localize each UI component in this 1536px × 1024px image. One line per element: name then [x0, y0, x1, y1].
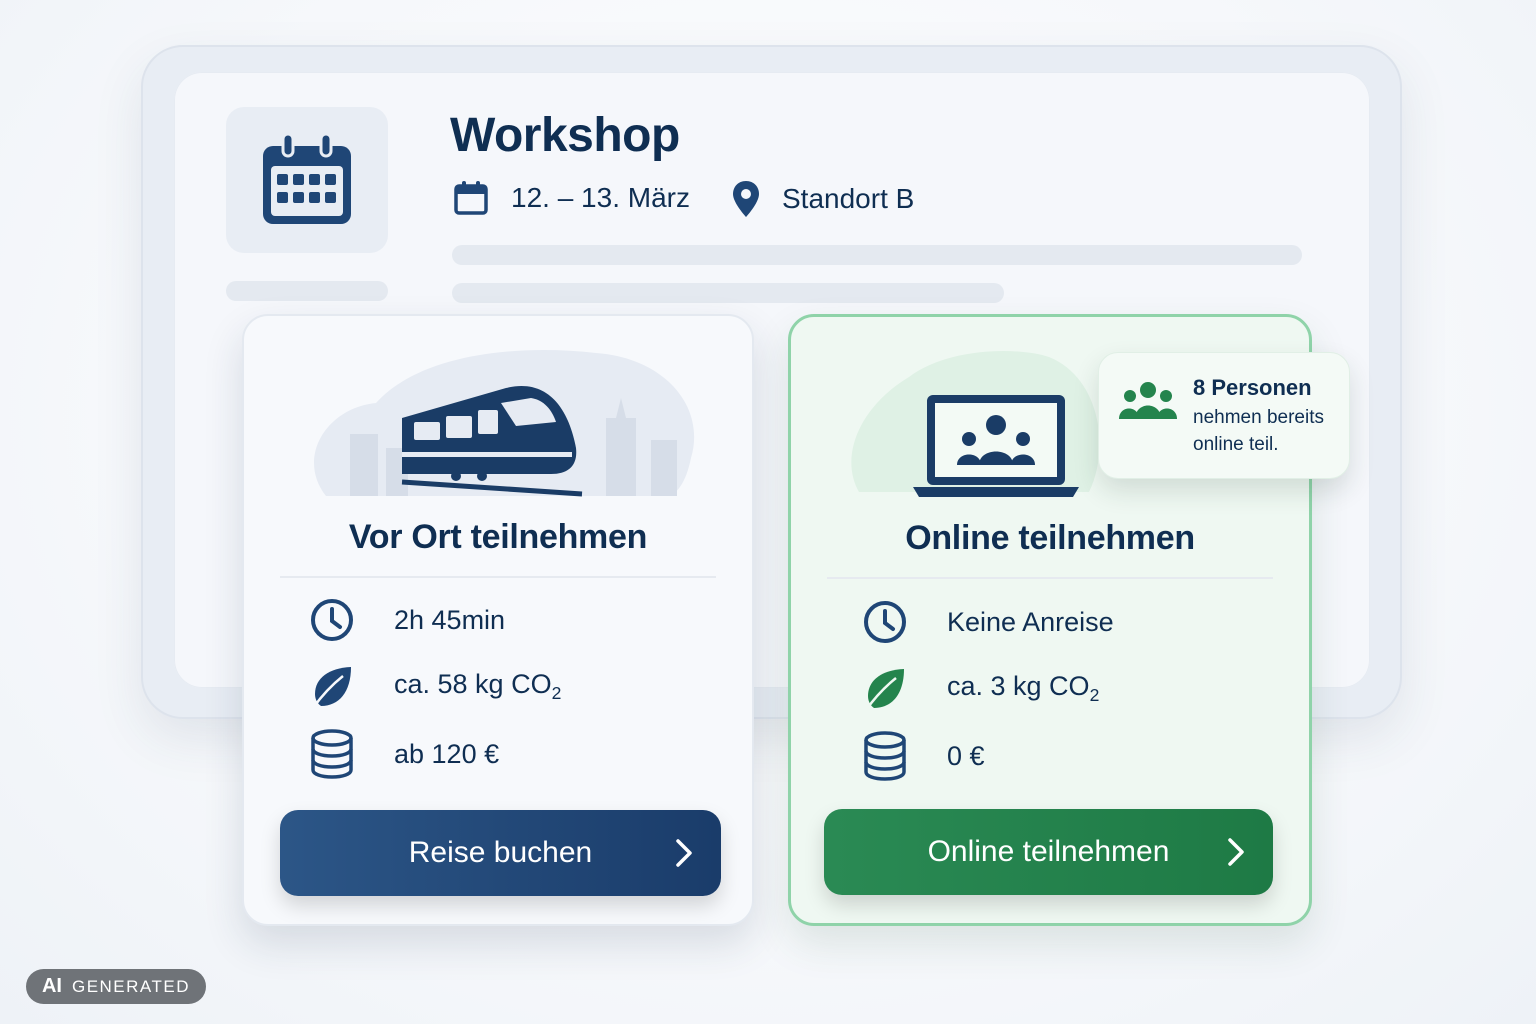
onsite-co2-row: ca. 58 kg CO2	[308, 663, 561, 711]
ai-badge-text: GENERATED	[71, 976, 191, 996]
book-trip-button[interactable]: Reise buchen	[280, 810, 721, 896]
join-online-button[interactable]: Online teilnehmen	[824, 809, 1273, 895]
participants-count: 8 Personen	[1193, 375, 1312, 400]
participants-line1: nehmen bereits	[1193, 407, 1324, 428]
onsite-duration: 2h 45min	[394, 604, 506, 635]
calendar-icon	[263, 132, 351, 224]
event-date: 12. – 13. März	[453, 180, 690, 216]
online-duration-row: Keine Anreise	[861, 598, 1114, 646]
group-icon	[1119, 382, 1177, 419]
co2-subscript: 2	[551, 683, 562, 704]
leaf-icon	[864, 669, 904, 711]
online-duration: Keine Anreise	[947, 606, 1114, 637]
event-title: Workshop	[450, 109, 680, 162]
onsite-cost-row: ab 120 €	[308, 729, 500, 779]
laptop-illustration	[851, 351, 1100, 497]
ai-badge-mark: AI	[41, 975, 62, 997]
calendar-small-icon	[454, 181, 488, 215]
participants-line2: online teil.	[1193, 434, 1279, 455]
placeholder-line	[452, 245, 1302, 265]
online-cost-row: 0 €	[861, 731, 985, 781]
event-location: Standort B	[732, 180, 914, 218]
join-online-label: Online teilnehmen	[927, 835, 1170, 868]
laptop-video-call-icon	[913, 395, 1079, 497]
divider	[280, 576, 716, 578]
chevron-right-icon	[676, 839, 692, 867]
event-date-text: 12. – 13. März	[511, 182, 690, 213]
participants-bubble: 8 Personen nehmen bereits online teil.	[1098, 352, 1350, 479]
placeholder-line	[452, 283, 1004, 303]
onsite-co2-text: ca. 58 kg CO	[394, 669, 552, 700]
onsite-cost: ab 120 €	[394, 738, 500, 769]
placeholder-line	[226, 281, 388, 301]
event-calendar-tile	[226, 107, 388, 253]
online-co2-text: ca. 3 kg CO	[947, 671, 1090, 702]
onsite-co2: ca. 58 kg CO2	[394, 669, 561, 704]
chevron-right-icon	[1228, 838, 1244, 866]
co2-subscript: 2	[1089, 685, 1100, 706]
coins-icon	[311, 729, 353, 779]
divider	[827, 577, 1273, 579]
online-co2: ca. 3 kg CO2	[947, 671, 1099, 706]
onsite-title: Vor Ort teilnehmen	[348, 518, 648, 556]
onsite-option-card[interactable]: Vor Ort teilnehmen 2h 45min ca. 58 kg CO…	[242, 314, 754, 926]
location-pin-icon	[733, 181, 759, 217]
clock-icon	[311, 599, 353, 641]
clock-icon	[864, 601, 906, 643]
online-title: Online teilnehmen	[905, 519, 1195, 557]
onsite-duration-row: 2h 45min	[308, 596, 505, 644]
event-location-text: Standort B	[782, 183, 915, 214]
online-cost: 0 €	[947, 740, 985, 771]
coins-icon	[864, 731, 906, 781]
online-co2-row: ca. 3 kg CO2	[861, 665, 1099, 713]
ai-generated-badge: AI GENERATED	[26, 969, 206, 1004]
leaf-icon	[311, 667, 351, 709]
train-illustration	[314, 350, 695, 497]
book-trip-label: Reise buchen	[408, 836, 593, 869]
